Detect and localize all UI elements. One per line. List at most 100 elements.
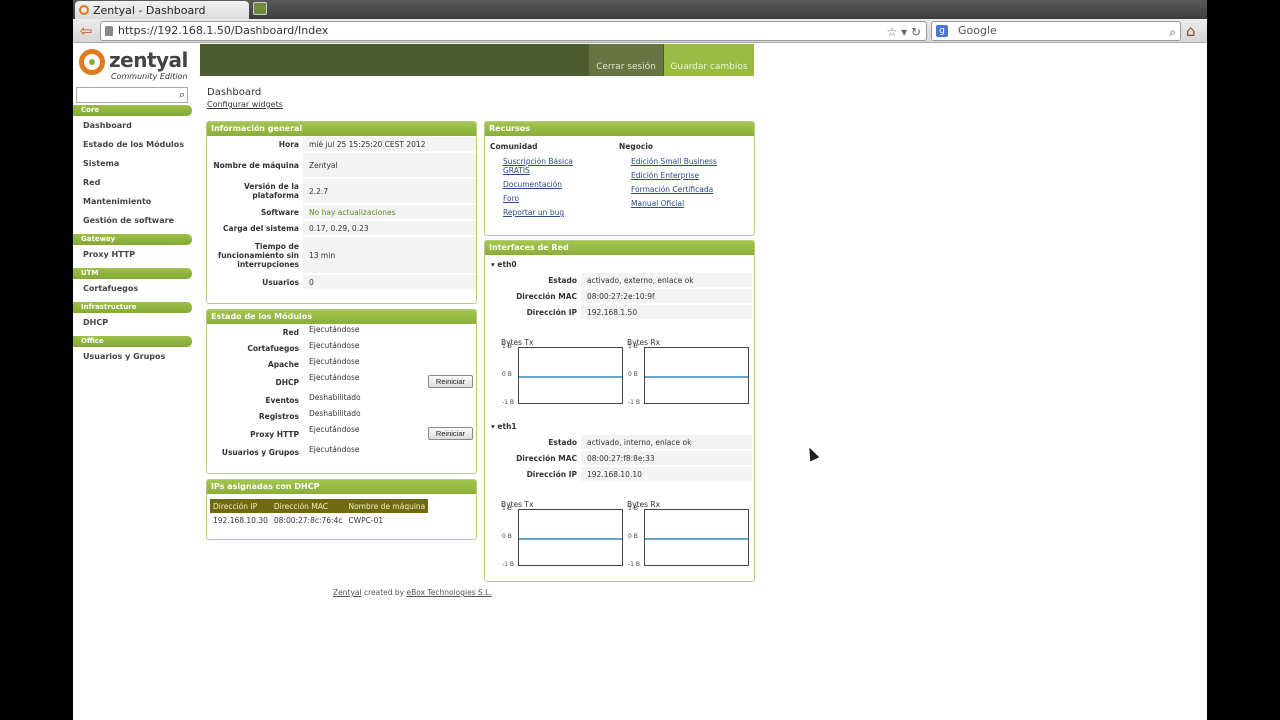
menu-section-header[interactable]: Infrastructure	[73, 302, 192, 313]
module-status: Ejecutándose	[309, 325, 360, 334]
bookmark-star-icon[interactable]: ☆ ▾ ↻	[887, 23, 921, 41]
sidebar-item[interactable]: Dashboard	[73, 120, 192, 139]
module-status: Deshabilitado	[309, 409, 361, 418]
business-link[interactable]: Manual Oficial	[631, 199, 749, 208]
sidebar-menu: Core Dashboard Estado de los Módulos Sistem…	[73, 105, 192, 370]
module-name: DHCP	[275, 377, 299, 387]
graph-axis-label: 1 B	[502, 343, 512, 350]
module-row: Red Ejecutándose	[207, 324, 476, 340]
community-link[interactable]: Suscripción Básica GRATIS	[503, 157, 583, 175]
module-row: DHCP Ejecutándose Reiniciar	[207, 372, 476, 392]
sidebar-item[interactable]: DHCP	[73, 317, 192, 336]
table-cell: 192.168.10.30	[213, 516, 268, 525]
info-value: 13 min	[303, 237, 476, 273]
logout-button[interactable]: Cerrar sesión	[589, 44, 663, 76]
interface-value: 08:00:27:f8:8e:33	[581, 451, 752, 465]
interface-label: Dirección MAC	[516, 453, 577, 463]
menu-section-header[interactable]: Office	[73, 336, 192, 347]
community-link[interactable]: Foro	[503, 194, 610, 203]
search-input[interactable]: g Google ⌕	[931, 21, 1181, 41]
business-link[interactable]: Formación Certificada	[631, 185, 749, 194]
search-icon[interactable]: ⌕	[179, 88, 185, 102]
menu-search-input[interactable]: ⌕	[76, 87, 188, 103]
business-link[interactable]: Edición Enterprise	[631, 171, 749, 180]
sidebar-item[interactable]: Estado de los Módulos	[73, 139, 192, 158]
widget-title: Interfaces de Red	[485, 241, 754, 255]
bytes-rx-graph	[644, 347, 749, 404]
sidebar-item[interactable]: Mantenimiento	[73, 196, 192, 215]
graph-axis-label: 1 B	[628, 505, 638, 512]
community-link[interactable]: Documentación	[503, 180, 610, 189]
new-tab-button[interactable]	[253, 2, 267, 15]
sidebar-item[interactable]: Red	[73, 177, 192, 196]
bytes-tx-graph	[518, 509, 623, 566]
logo-subtitle: Community Edition	[111, 72, 188, 81]
info-row: Versión de la plataforma 2.2.7	[207, 178, 476, 204]
configure-widgets-link[interactable]: Configurar widgets	[207, 100, 283, 109]
interface-label: Estado	[548, 275, 577, 285]
footer-zentyal-link[interactable]: Zentyal	[333, 588, 362, 597]
logo[interactable]: zentyal Community Edition	[73, 44, 200, 84]
interface-value: activado, externo, enlace ok	[581, 273, 752, 287]
menu-section-header[interactable]: Core	[73, 105, 192, 116]
module-status: Ejecutándose	[309, 445, 360, 454]
address-bar[interactable]: https://192.168.1.50/Dashboard/Index ☆ ▾…	[100, 21, 927, 41]
sidebar-item[interactable]: Sistema	[73, 158, 192, 177]
graph-axis-label: 0 B	[628, 533, 638, 540]
table-header: Dirección MAC	[270, 499, 346, 513]
business-link[interactable]: Edición Small Business	[631, 157, 749, 166]
table-row: 192.168.10.30 08:00:27:8c:76:4c CWPC-01	[210, 513, 428, 528]
table-cell: CWPC-01	[348, 516, 384, 525]
lock-icon	[105, 26, 113, 36]
tab-title: Zentyal - Dashboard	[93, 3, 206, 17]
interface-row: Estado activado, interno, enlace ok	[485, 434, 752, 450]
info-row: Carga del sistema 0.17, 0.29, 0.23	[207, 220, 476, 236]
info-value: Zentyal	[303, 153, 476, 177]
graph-axis-label: -1 B	[628, 561, 641, 568]
page-title: Dashboard	[207, 87, 262, 98]
sidebar-item[interactable]: Gestión de software	[73, 215, 192, 234]
menu-section-header[interactable]: UTM	[73, 268, 192, 279]
module-row: Cortafuegos Ejecutándose	[207, 340, 476, 356]
back-arrow-icon[interactable]: ⇦	[77, 22, 95, 40]
widget-title: Información general	[207, 122, 476, 136]
sidebar-item[interactable]: Proxy HTTP	[73, 249, 192, 268]
community-title: Comunidad	[490, 142, 538, 151]
interface-label: Estado	[548, 437, 577, 447]
info-value: 2.2.7	[303, 179, 476, 203]
community-link[interactable]: Reportar un bug	[503, 208, 610, 217]
module-name: Proxy HTTP	[250, 429, 299, 439]
browser-tab[interactable]: Zentyal - Dashboard	[75, 1, 249, 19]
restart-button[interactable]: Reiniciar	[427, 375, 473, 388]
save-changes-button[interactable]: Guardar cambios	[664, 44, 754, 76]
restart-button[interactable]: Reiniciar	[427, 427, 473, 440]
zentyal-page: Cerrar sesión Guardar cambios zentyal Co…	[73, 44, 1207, 720]
module-name: Red	[282, 327, 299, 337]
resources-widget: Recursos Comunidad Suscripción Básica GR…	[484, 121, 755, 236]
interface-header[interactable]: ▾ eth1	[491, 422, 517, 431]
graph-line	[519, 376, 622, 378]
search-placeholder: Google	[958, 24, 997, 37]
interface-header[interactable]: ▾ eth0	[491, 260, 517, 269]
module-row: Registros Deshabilitado	[207, 408, 476, 424]
home-icon[interactable]: ⌂	[1186, 22, 1196, 40]
table-header: Dirección IP	[210, 499, 271, 513]
info-value: No hay actualizaciones	[303, 205, 476, 219]
module-row: Usuarios y Grupos Ejecutándose	[207, 444, 476, 460]
bytes-tx-graph	[518, 347, 623, 404]
module-name: Cortafuegos	[247, 343, 299, 353]
info-row: Usuarios 0	[207, 274, 476, 290]
sidebar-item[interactable]: Cortafuegos	[73, 283, 192, 302]
interface-label: Dirección IP	[526, 307, 577, 317]
footer-company-link[interactable]: eBox Technologies S.L.	[407, 588, 492, 597]
graph-axis-label: 0 B	[502, 533, 512, 540]
interface-row: Dirección MAC 08:00:27:f8:8e:33	[485, 450, 752, 466]
info-value: 0.17, 0.29, 0.23	[303, 221, 476, 235]
graph-line	[519, 538, 622, 540]
table-cell: 08:00:27:8c:76:4c	[273, 516, 343, 525]
menu-section-header[interactable]: Gateway	[73, 234, 192, 245]
interface-row: Estado activado, externo, enlace ok	[485, 272, 752, 288]
info-label: Software	[260, 207, 299, 217]
search-icon[interactable]: ⌕	[1169, 23, 1176, 41]
sidebar-item[interactable]: Usuarios y Grupos	[73, 351, 192, 370]
